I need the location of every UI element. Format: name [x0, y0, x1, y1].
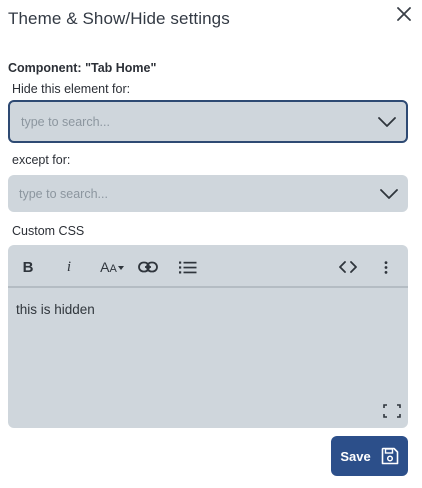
more-options-icon: [384, 260, 388, 274]
fullscreen-button[interactable]: [383, 404, 401, 418]
except-for-placeholder: type to search...: [19, 186, 108, 201]
custom-css-label: Custom CSS: [12, 224, 85, 238]
editor-toolbar: B i AA: [8, 245, 408, 288]
bold-icon: B: [22, 258, 34, 276]
dialog-title: Theme & Show/Hide settings: [8, 9, 230, 28]
theme-show-hide-dialog: Theme & Show/Hide settings Component: "T…: [0, 0, 422, 488]
fullscreen-icon: [383, 404, 401, 418]
save-button-label: Save: [340, 448, 371, 464]
except-for-select[interactable]: type to search...: [8, 175, 408, 212]
font-size-small-letter: A: [109, 263, 117, 275]
italic-button[interactable]: i: [62, 256, 76, 278]
close-button[interactable]: [393, 3, 415, 25]
italic-icon: i: [66, 258, 72, 275]
bullet-list-icon: [179, 261, 197, 273]
bold-button[interactable]: B: [20, 256, 36, 278]
floppy-disk-icon: [381, 447, 398, 465]
code-view-icon: [339, 261, 357, 273]
component-label: Component: "Tab Home": [8, 61, 157, 75]
more-options-button[interactable]: [381, 256, 391, 278]
link-button[interactable]: [138, 256, 158, 278]
except-for-label: except for:: [12, 153, 71, 167]
hide-for-placeholder: type to search...: [21, 114, 110, 129]
hide-for-label: Hide this element for:: [12, 82, 131, 96]
chevron-down-icon: [380, 188, 398, 200]
font-size-icon: AA: [100, 259, 124, 275]
chevron-down-icon: [378, 116, 396, 128]
save-button[interactable]: Save: [331, 436, 408, 476]
close-icon: [397, 7, 411, 21]
code-view-button[interactable]: [338, 256, 358, 278]
hide-for-select[interactable]: type to search...: [8, 100, 408, 143]
font-size-button[interactable]: AA: [98, 256, 126, 278]
bullet-list-button[interactable]: [179, 256, 197, 278]
font-size-big-letter: A: [100, 259, 110, 275]
link-icon: [138, 261, 158, 273]
editor-content[interactable]: this is hidden: [16, 302, 95, 317]
custom-css-editor[interactable]: B i AA this is hidden: [8, 245, 408, 428]
